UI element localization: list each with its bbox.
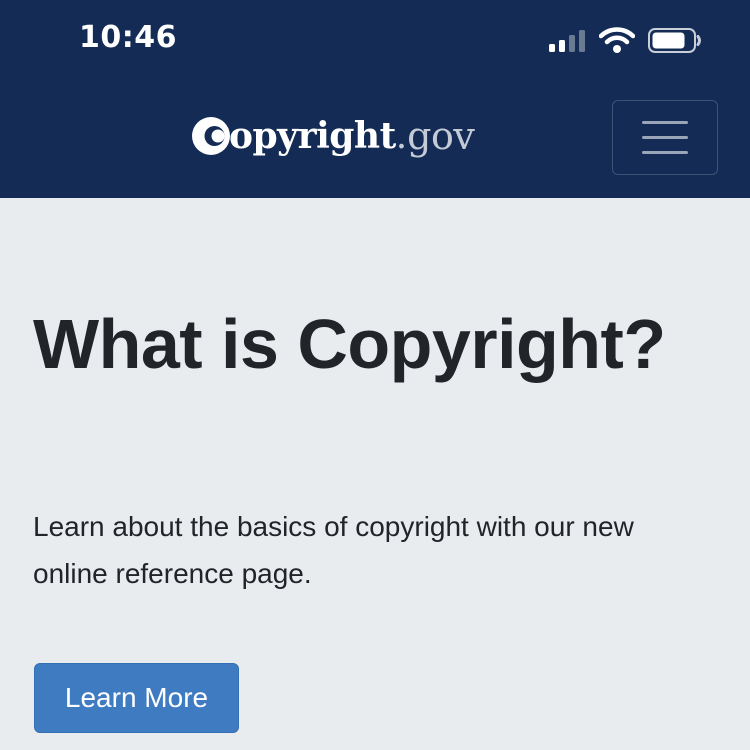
hero-title: What is Copyright?	[33, 305, 666, 383]
site-header: 10:46 opyright . gov	[0, 0, 750, 198]
copyright-c-icon	[192, 117, 230, 155]
hamburger-menu-icon-bar	[642, 136, 688, 139]
hamburger-menu-icon-bar	[642, 151, 688, 154]
hero-section: What is Copyright? Learn about the basic…	[2, 200, 748, 750]
logo-dot: .	[395, 115, 408, 157]
battery-icon	[648, 28, 701, 53]
learn-more-button[interactable]: Learn More	[34, 663, 239, 733]
logo-main-text: opyright	[229, 115, 396, 157]
hamburger-menu-button[interactable]	[612, 100, 718, 175]
cellular-signal-icon	[549, 30, 585, 52]
hero-lead-text: Learn about the basics of copyright with…	[33, 511, 634, 589]
wifi-icon	[599, 27, 635, 53]
copyright-gov-logo[interactable]: opyright . gov	[191, 108, 475, 164]
phone-screen: 10:46 opyright . gov What is Copyright? …	[0, 0, 750, 750]
hamburger-menu-icon	[642, 121, 688, 124]
logo-gov-text: gov	[407, 114, 475, 158]
status-time: 10:46	[79, 20, 177, 55]
